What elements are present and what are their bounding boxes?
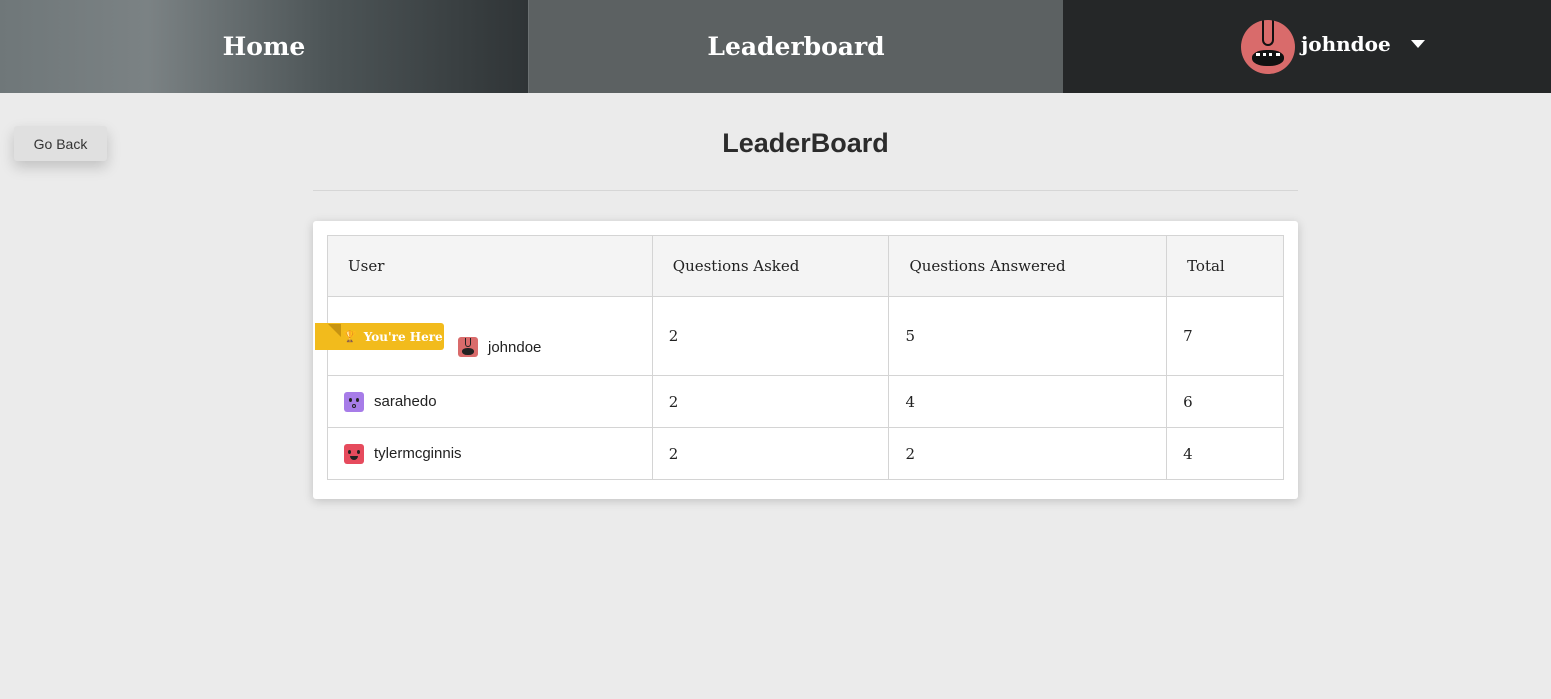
table-row: 🏆 You're Here johndoe 2 5 7 [315,296,1284,376]
header-questions-answered: Questions Answered [888,235,1168,297]
header-questions-asked: Questions Asked [651,235,890,297]
username: tylermcginnis [374,445,462,462]
questions-asked-value: 2 [651,427,890,480]
nav-home[interactable]: Home [0,0,528,93]
leaderboard-card: User Questions Asked Questions Answered … [313,221,1298,499]
page-title: LeaderBoard [722,128,889,158]
avatar-mouth [352,403,356,408]
avatar-eye [357,449,360,454]
header-total: Total [1166,235,1284,297]
avatar-eye [356,397,359,402]
nav-home-label: Home [222,32,306,61]
total-value: 7 [1166,296,1284,376]
avatar-teeth [1256,52,1280,57]
user-menu[interactable]: johndoe [1063,0,1551,93]
avatar-mouth [462,348,474,355]
total-value: 6 [1166,375,1284,428]
user-info: johndoe [458,337,637,357]
questions-asked-value: 2 [651,375,890,428]
go-back-button[interactable]: Go Back [14,126,107,161]
avatar [344,443,364,464]
top-nav: Home Leaderboard johndoe [0,0,1551,93]
user-info: tylermcginnis [344,443,637,464]
avatar-eye [348,449,351,454]
total-value: 4 [1166,427,1284,480]
questions-answered-value: 2 [888,427,1168,480]
avatar-eye [349,397,352,402]
chevron-down-icon[interactable] [1410,39,1425,48]
avatar [1241,19,1295,74]
user-cell: sarahedo [327,375,653,428]
username: johndoe [488,338,542,356]
avatar-nose [465,338,471,347]
trophy-icon: 🏆 [343,330,357,343]
leaderboard-table: User Questions Asked Questions Answered … [315,235,1284,480]
nav-leaderboard[interactable]: Leaderboard [528,0,1063,93]
username: sarahedo [374,393,437,410]
nav-username: johndoe [1301,31,1391,56]
avatar [344,391,364,412]
divider [313,190,1298,191]
table-row: tylermcginnis 2 2 4 [327,427,1284,480]
header-user: User [327,235,653,297]
ribbon-fold [328,324,341,337]
avatar-mouth [350,455,358,460]
nav-leaderboard-label: Leaderboard [707,32,885,61]
questions-asked-value: 2 [651,296,890,376]
ribbon-label: You're Here [363,329,443,344]
user-cell: 🏆 You're Here johndoe [315,296,653,376]
table-header-row: User Questions Asked Questions Answered … [327,235,1284,297]
user-cell: tylermcginnis [327,427,653,480]
user-info: sarahedo [344,391,637,412]
questions-answered-value: 4 [888,375,1168,428]
avatar-nose [1262,19,1274,46]
table-row: sarahedo 2 4 6 [327,375,1284,428]
questions-answered-value: 5 [888,296,1168,376]
avatar [458,337,478,357]
